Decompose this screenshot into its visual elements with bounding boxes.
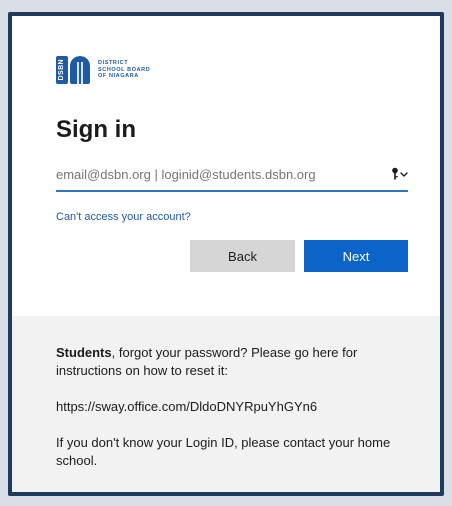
students-help-paragraph: Students, forgot your password? Please g… [56, 344, 414, 380]
logo-org-text: DISTRICT SCHOOL BOARD OF NIAGARA [98, 60, 150, 80]
dsbn-logo: DSBN DISTRICT SCHOOL BOARD OF NIAGARA [56, 56, 150, 84]
signin-card: DSBN DISTRICT SCHOOL BOARD OF NIAGARA Si… [12, 16, 440, 492]
signin-panel: DSBN DISTRICT SCHOOL BOARD OF NIAGARA Si… [12, 16, 440, 316]
logo-org-line-3: OF NIAGARA [98, 73, 139, 80]
logo-arch [70, 56, 90, 84]
back-button[interactable]: Back [190, 240, 295, 272]
chevron-down-icon [400, 172, 408, 177]
email-field-container [56, 158, 408, 192]
cant-access-account-link[interactable]: Can't access your account? [56, 211, 191, 223]
help-panel: Students, forgot your password? Please g… [12, 316, 440, 492]
dsbn-logo-mark: DSBN [56, 56, 90, 84]
next-button[interactable]: Next [304, 240, 408, 272]
logo-block: DSBN [56, 56, 68, 84]
page-title: Sign in [56, 116, 136, 143]
students-bold: Students [56, 345, 112, 360]
key-icon[interactable] [390, 166, 408, 182]
login-id-help: If you don't know your Login ID, please … [56, 435, 391, 468]
dialog-frame: DSBN DISTRICT SCHOOL BOARD OF NIAGARA Si… [8, 12, 444, 496]
reset-url: https://sway.office.com/DldoDNYRpuYhGYn6 [56, 399, 318, 414]
email-input[interactable] [56, 166, 382, 182]
logo-mark-text: DSBN [58, 59, 65, 81]
